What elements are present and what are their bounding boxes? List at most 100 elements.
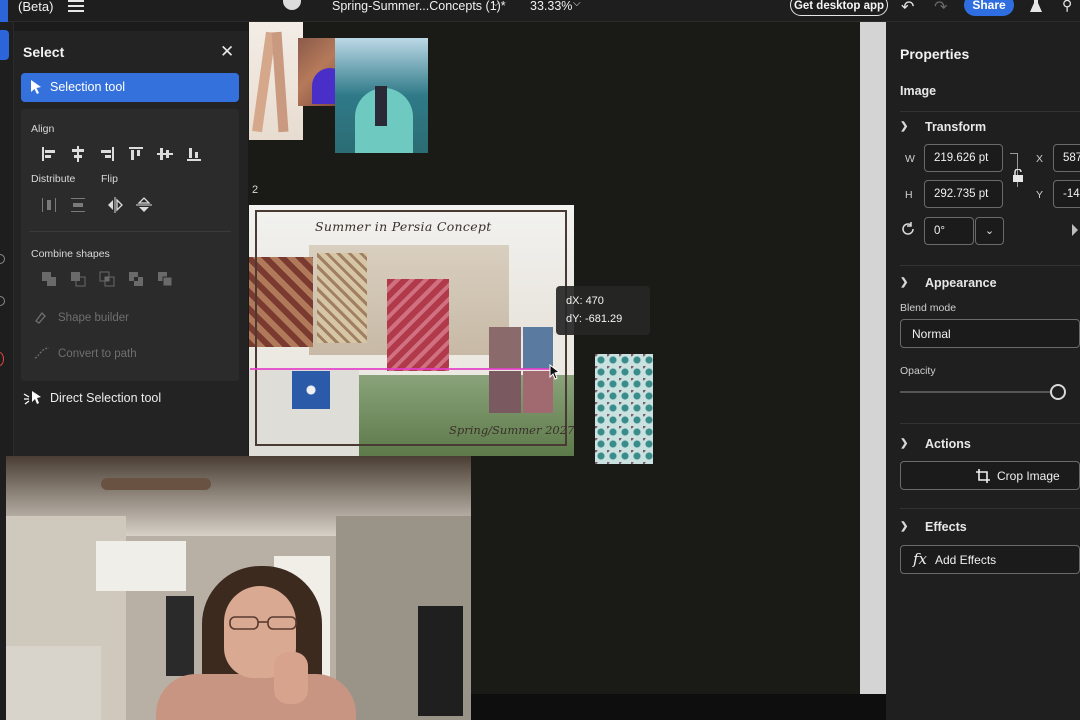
rotate-icon — [900, 221, 916, 237]
align-left-icon[interactable] — [40, 145, 58, 163]
select-tool-rail-button[interactable] — [0, 30, 9, 60]
dy-readout: dY: -681.29 — [566, 313, 623, 325]
flask-icon[interactable] — [1029, 0, 1043, 13]
webcam-glasses — [228, 615, 298, 631]
add-effects-button[interactable]: fx Add Effects — [900, 545, 1080, 574]
rail-tool-icon[interactable] — [0, 296, 5, 306]
width-field[interactable]: 219.626 pt — [924, 144, 1003, 172]
chevron-down-icon[interactable]: ⌵ — [492, 0, 500, 9]
chevron-down-icon: ❯ — [900, 121, 909, 132]
align-top-icon[interactable] — [127, 145, 145, 163]
search-icon[interactable]: ⚲ — [1062, 0, 1072, 14]
zoom-level[interactable]: 33.33% — [530, 0, 572, 13]
lock-proportions-icon[interactable] — [1012, 168, 1024, 182]
direct-selection-label: Direct Selection tool — [50, 391, 162, 405]
divide-icon[interactable] — [156, 270, 174, 288]
board-subtitle[interactable]: Spring/Summer 2027 — [449, 423, 574, 437]
crop-image-label: Crop Image — [997, 469, 1060, 483]
exclude-icon[interactable] — [127, 270, 145, 288]
flip-vertical-icon[interactable] — [135, 196, 153, 214]
y-position-field[interactable]: -14 — [1053, 180, 1080, 208]
convert-to-path-icon — [33, 344, 51, 362]
align-heading: Align — [31, 123, 55, 135]
webcam-person-body — [156, 674, 356, 720]
webcam-person-hand — [274, 652, 308, 704]
chevron-down-icon: ❯ — [900, 521, 909, 532]
actions-label: Actions — [925, 437, 971, 451]
shape-builder-icon — [33, 308, 51, 326]
flip-horizontal-icon[interactable] — [106, 196, 124, 214]
fashion-photo-legs[interactable] — [249, 22, 303, 140]
top-bar: (Beta) Spring-Summer...Concepts (1)* ⌵ 3… — [0, 0, 1080, 22]
dx-readout: dX: 470 — [566, 295, 604, 307]
persian-mosque-photo[interactable] — [335, 38, 428, 153]
blend-mode-select[interactable]: Normal — [900, 319, 1080, 348]
select-panel: Select ✕ Selection tool Align Distribute… — [14, 31, 248, 456]
webcam-tv — [418, 606, 463, 716]
align-middle-vertical-icon[interactable] — [156, 145, 174, 163]
selection-tool-button[interactable]: Selection tool — [21, 73, 239, 102]
transform-label: Transform — [925, 120, 987, 134]
combine-shapes-heading: Combine shapes — [31, 248, 110, 260]
crop-icon — [975, 468, 991, 484]
flip-heading: Flip — [101, 173, 118, 185]
chevron-down-icon: ❯ — [900, 277, 909, 288]
document-title[interactable]: Spring-Summer...Concepts (1)* — [332, 0, 506, 13]
divider — [900, 265, 1080, 266]
close-icon[interactable]: ✕ — [220, 43, 234, 60]
distribute-vertical-icon[interactable] — [69, 196, 87, 214]
intersect-icon[interactable] — [98, 270, 116, 288]
fx-icon: fx — [913, 550, 928, 568]
direct-selection-icon — [23, 390, 43, 406]
convert-to-path-label[interactable]: Convert to path — [58, 348, 137, 360]
height-field[interactable]: 292.735 pt — [924, 180, 1003, 208]
app-logo[interactable] — [0, 0, 8, 22]
pointer-arrow-icon — [30, 79, 43, 95]
more-options-arrow-icon[interactable] — [1072, 224, 1078, 236]
appearance-label: Appearance — [925, 276, 997, 290]
align-bottom-icon[interactable] — [185, 145, 203, 163]
align-right-icon[interactable] — [98, 145, 116, 163]
crop-image-button[interactable]: Crop Image — [900, 461, 1080, 490]
panel-title: Properties — [900, 46, 970, 62]
rotation-dropdown-button[interactable]: ⌄ — [975, 217, 1004, 245]
summer-in-persia-moodboard[interactable]: Summer in Persia Concept Spring/Summer 2… — [249, 205, 574, 456]
rail-tool-icon[interactable] — [0, 254, 5, 264]
shape-builder-label[interactable]: Shape builder — [58, 312, 129, 324]
effects-label: Effects — [925, 520, 967, 534]
webcam-kitchen-cabinet — [96, 541, 186, 591]
webcam-video-overlay — [6, 456, 471, 720]
add-effects-label: Add Effects — [935, 553, 997, 567]
x-position-field[interactable]: 587 — [1053, 144, 1080, 172]
webcam-fridge — [166, 596, 194, 676]
selection-tool-label: Selection tool — [50, 80, 126, 94]
opacity-slider-track[interactable] — [900, 391, 1058, 393]
width-label: W — [905, 153, 915, 165]
align-center-horizontal-icon[interactable] — [69, 145, 87, 163]
redo-icon[interactable]: ↷ — [934, 0, 947, 17]
subtract-icon[interactable] — [69, 270, 87, 288]
rail-color-icon[interactable] — [0, 352, 4, 366]
webcam-chair — [6, 646, 101, 720]
share-button[interactable]: Share — [964, 0, 1014, 16]
rotation-field[interactable]: 0° — [924, 217, 974, 245]
opacity-label: Opacity — [900, 365, 936, 377]
get-desktop-app-button[interactable]: Get desktop app — [790, 0, 888, 16]
board-title[interactable]: Summer in Persia Concept — [315, 219, 492, 234]
chevron-down-icon[interactable]: ⌵ — [573, 0, 581, 9]
divider — [29, 231, 231, 232]
undo-icon[interactable]: ↶ — [901, 0, 914, 17]
cloud-sync-icon[interactable] — [283, 0, 301, 10]
page-number: 2 — [252, 184, 259, 196]
drag-offset-tooltip: dX: 470 dY: -681.29 — [556, 286, 650, 335]
divider — [900, 508, 1080, 509]
teal-tile-pattern-image[interactable] — [595, 354, 653, 464]
unite-icon[interactable] — [40, 270, 58, 288]
opacity-slider-handle[interactable] — [1050, 384, 1066, 400]
hamburger-menu-icon[interactable] — [68, 0, 84, 14]
distribute-horizontal-icon[interactable] — [40, 196, 58, 214]
panel-title: Select — [23, 44, 65, 60]
x-label: X — [1036, 153, 1044, 165]
pasteboard-edge — [860, 22, 886, 694]
blend-mode-label: Blend mode — [900, 302, 957, 314]
